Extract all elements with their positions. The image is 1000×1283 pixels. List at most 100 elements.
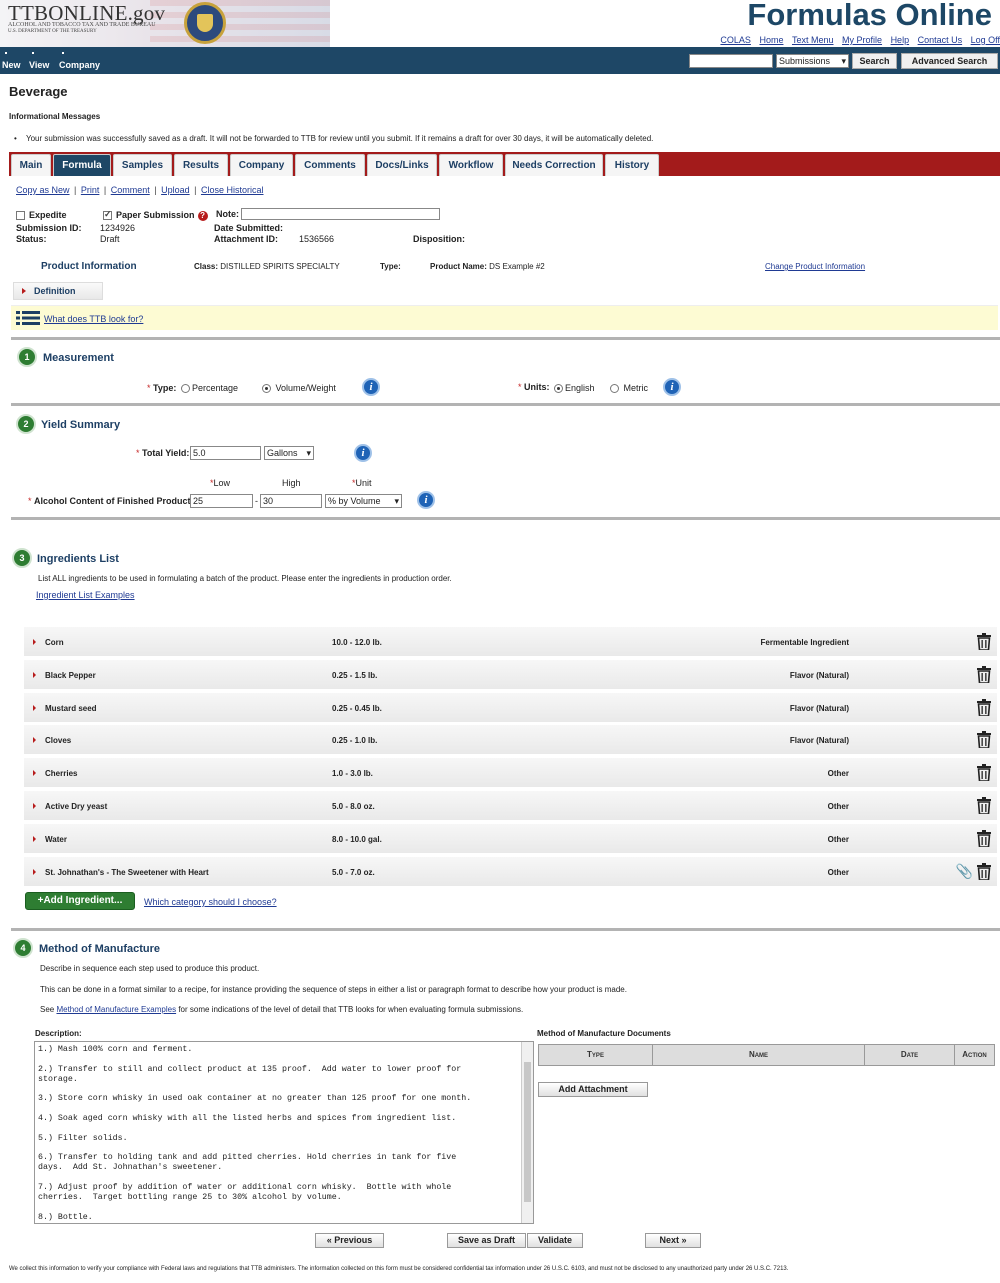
tab-needs-correction[interactable]: Needs Correction [505,154,603,176]
expand-arrow-icon[interactable] [33,639,36,645]
expand-arrow-icon[interactable] [33,671,36,678]
trash-icon[interactable] [977,797,991,815]
link-contact-us[interactable]: Contact Us [918,35,963,45]
help-icon[interactable]: ? [197,211,208,221]
ingredient-row[interactable]: St. Johnathan's - The Sweetener with Hea… [24,855,997,886]
paperclip-icon[interactable]: 📎 [956,863,973,880]
product-class: Class: DISTILLED SPIRITS SPECIALTY [194,262,340,271]
link-text-menu[interactable]: Text Menu [792,35,834,45]
column-type[interactable]: Type [539,1045,653,1065]
expand-arrow-icon[interactable] [33,835,36,842]
trash-icon[interactable] [977,862,991,881]
trash-icon[interactable] [977,764,991,782]
trash-icon[interactable] [977,698,991,717]
copy-as-new-link[interactable]: Copy as New [16,185,70,195]
alcohol-low-input[interactable]: 25 [190,494,253,508]
expedite-checkbox[interactable]: Expedite [16,210,67,221]
type-percentage-radio[interactable]: Percentage [181,383,238,394]
expand-arrow-icon[interactable] [33,770,36,777]
which-category-link[interactable]: Which category should I choose? [144,897,277,907]
ingredient-row[interactable]: Black Pepper 0.25 - 1.5 lb. Flavor (Natura… [24,658,997,689]
units-english-radio[interactable]: English [554,383,595,394]
ingredient-examples-link[interactable]: Ingredient List Examples [36,590,135,600]
alcohol-unit-select[interactable]: % by Volume [325,494,402,508]
step-1-badge: 1 [17,347,37,367]
step-4-badge: 4 [13,938,33,958]
print-link[interactable]: Print [81,185,100,195]
tab-main[interactable]: Main [11,154,51,176]
ingredient-row[interactable]: Cloves 0.25 - 1.0 lb. Flavor (Natural) [24,724,997,755]
ttb-logo[interactable]: TTBONLINE.gov ALCOHOL AND TOBACCO TAX AN… [0,0,330,47]
tab-formula[interactable]: Formula [53,154,111,176]
expand-arrow-icon[interactable] [33,803,36,809]
units-info-icon[interactable]: i [663,378,681,396]
note-field[interactable] [241,208,440,220]
tab-results[interactable]: Results [174,154,228,176]
change-product-info-link[interactable]: Change Product Information [765,262,865,271]
total-yield-input[interactable]: 5.0 [190,446,261,460]
alcohol-info-icon[interactable]: i [417,491,435,509]
nav-view[interactable]: View [29,52,49,70]
product-info-title: Product Information [41,261,137,272]
tab-history[interactable]: History [605,154,659,176]
previous-button[interactable]: « Previous [315,1233,384,1248]
yield-info-icon[interactable]: i [354,444,372,462]
add-ingredient-button[interactable]: +Add Ingredient... [25,892,135,910]
column-date[interactable]: Date [865,1045,955,1065]
expand-arrow-icon[interactable] [33,868,36,875]
description-step: 6.) Transfer to holding tank and add pit… [38,1153,457,1173]
app-title: Formulas Online [747,0,992,32]
nav-company[interactable]: Company [59,52,100,70]
paper-submission-checkbox[interactable]: Paper Submission? [103,209,208,221]
description-textarea[interactable]: 1.) Mash 100% corn and ferment. 2.) Trans… [34,1041,534,1224]
tab-samples[interactable]: Samples [113,154,172,176]
expand-arrow-icon[interactable] [33,704,36,711]
type-volume-weight-radio[interactable]: Volume/Weight [262,383,336,394]
type-info-icon[interactable]: i [362,378,380,396]
search-button[interactable]: Search [852,53,897,69]
manufacture-documents-table: Type Name Date Action [538,1044,995,1066]
trash-icon[interactable] [977,633,991,651]
tab-comments[interactable]: Comments [295,154,365,176]
trash-icon[interactable] [977,829,991,848]
next-button[interactable]: Next » [645,1233,701,1248]
ingredient-quantity: 10.0 - 12.0 lb. [332,638,382,647]
ingredient-row[interactable]: Cherries 1.0 - 3.0 lb. Other [24,757,997,788]
close-historical-link[interactable]: Close Historical [201,185,264,195]
add-attachment-button[interactable]: Add Attachment [538,1082,648,1097]
search-scope-select[interactable]: Submissions [776,54,849,68]
attachment-id-value: 1536566 [299,234,335,244]
ingredient-name: Corn [45,638,64,647]
definition-toggle[interactable]: Definition [13,282,103,300]
ingredient-row[interactable]: Corn 10.0 - 12.0 lb. Fermentable Ingredien… [24,626,997,656]
save-as-draft-button[interactable]: Save as Draft [447,1233,526,1248]
upload-link[interactable]: Upload [161,185,190,195]
comment-link[interactable]: Comment [111,185,150,195]
alcohol-high-input[interactable]: 30 [260,494,322,508]
list-icon [16,311,40,325]
nav-new[interactable]: New [2,52,21,70]
advanced-search-button[interactable]: Advanced Search [901,53,998,69]
expand-arrow-icon[interactable] [33,737,36,744]
validate-button[interactable]: Validate [527,1233,583,1248]
link-colas[interactable]: COLAS [720,35,751,45]
link-my-profile[interactable]: My Profile [842,35,882,45]
trash-icon[interactable] [977,665,991,684]
what-ttb-looks-for-link[interactable]: What does TTB look for? [44,314,143,324]
link-help[interactable]: Help [891,35,910,45]
total-yield-unit-select[interactable]: Gallons [264,446,314,460]
column-name[interactable]: Name [653,1045,865,1065]
tab-docs-links[interactable]: Docs/Links [367,154,437,176]
ingredient-row[interactable]: Mustard seed 0.25 - 0.45 lb. Flavor (Natur… [24,691,997,722]
description-scrollbar[interactable] [521,1042,533,1223]
trash-icon[interactable] [977,731,991,750]
ingredient-row[interactable]: Active Dry yeast 5.0 - 8.0 oz. Other [24,790,997,820]
units-metric-radio[interactable]: Metric [610,383,648,394]
ingredient-row[interactable]: Water 8.0 - 10.0 gal. Other [24,822,997,853]
tab-workflow[interactable]: Workflow [439,154,503,176]
search-input[interactable] [689,54,773,68]
tab-company[interactable]: Company [230,154,293,176]
link-home[interactable]: Home [759,35,783,45]
manufacture-examples-link[interactable]: Method of Manufacture Examples [56,1005,176,1014]
link-log-off[interactable]: Log Off [971,35,1000,45]
